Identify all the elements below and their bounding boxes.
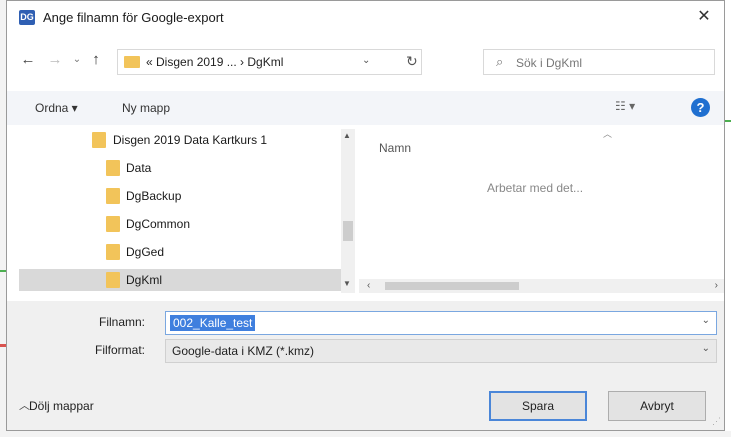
dialog-footer: ︿ Dölj mappar Spara Avbryt ⋰ bbox=[7, 371, 724, 430]
recent-locations-chevron-icon[interactable]: ⌄ bbox=[68, 49, 86, 71]
scrollbar-thumb[interactable] bbox=[385, 282, 519, 290]
address-dropdown-icon[interactable]: ⌄ bbox=[362, 55, 370, 66]
navigation-bar: ← → ⌄ ↑ « Disgen 2019 ... › DgKml ⌄ ↻ ⌕ … bbox=[7, 41, 724, 81]
tree-item-dgged[interactable]: DgGed bbox=[19, 241, 341, 263]
forward-arrow-icon[interactable]: → bbox=[46, 49, 64, 71]
tree-item-label: Disgen 2019 Data Kartkurs 1 bbox=[113, 133, 268, 147]
close-button[interactable]: ✕ bbox=[690, 5, 718, 29]
search-icon: ⌕ bbox=[496, 54, 504, 69]
tree-item-dgcommon[interactable]: DgCommon bbox=[19, 213, 341, 235]
chevron-down-icon[interactable]: ⌄ bbox=[702, 315, 710, 326]
filename-label: Filnamn: bbox=[99, 315, 146, 329]
scrollbar-thumb[interactable] bbox=[343, 221, 353, 241]
resize-grip-icon[interactable]: ⋰ bbox=[712, 416, 721, 427]
hide-folders-button[interactable]: Dölj mappar bbox=[29, 399, 94, 413]
background-bottom-edge bbox=[0, 431, 731, 437]
column-header-name[interactable]: Namn bbox=[379, 141, 411, 155]
filename-input[interactable]: 002_Kalle_test ⌄ bbox=[165, 311, 717, 335]
chevron-down-icon[interactable]: ⌄ bbox=[702, 343, 710, 354]
folder-icon bbox=[106, 216, 120, 232]
tree-item-label: Data bbox=[126, 161, 152, 175]
folder-icon bbox=[106, 272, 120, 288]
file-fields-panel: Filnamn: 002_Kalle_test ⌄ Filformat: Goo… bbox=[7, 301, 724, 371]
tree-item-dgkml[interactable]: DgKml bbox=[19, 269, 341, 291]
tree-item-disgen-2019-data-kartkurs-1[interactable]: Disgen 2019 Data Kartkurs 1 bbox=[19, 129, 341, 151]
filename-value[interactable]: 002_Kalle_test bbox=[170, 315, 256, 331]
format-label: Filformat: bbox=[95, 343, 146, 357]
loading-status-text: Arbetar med det... bbox=[487, 181, 584, 195]
new-folder-button[interactable]: Ny mapp bbox=[122, 101, 170, 115]
help-icon[interactable]: ? bbox=[691, 98, 710, 117]
app-icon: DG bbox=[19, 10, 35, 25]
organize-menu-button[interactable]: Ordna ▾ bbox=[35, 101, 78, 115]
folder-icon bbox=[106, 160, 120, 176]
tree-scrollbar[interactable]: ▲ ▼ bbox=[341, 129, 355, 293]
scroll-right-icon[interactable]: › bbox=[715, 280, 718, 291]
format-value: Google-data i KMZ (*.kmz) bbox=[172, 344, 315, 358]
folder-tree: Disgen 2019 Data Kartkurs 1 Data DgBacku… bbox=[19, 129, 355, 293]
background-accent-green-right bbox=[725, 120, 731, 122]
up-arrow-icon[interactable]: ↑ bbox=[87, 49, 105, 71]
tree-item-label: DgGed bbox=[126, 245, 165, 259]
address-path[interactable]: « Disgen 2019 ... › DgKml bbox=[146, 55, 283, 69]
address-bar[interactable]: « Disgen 2019 ... › DgKml ⌄ ↻ bbox=[117, 49, 422, 75]
back-arrow-icon[interactable]: ← bbox=[19, 49, 37, 71]
view-options-icon[interactable]: ☷ ▾ bbox=[615, 99, 635, 113]
scroll-up-icon[interactable]: ▲ bbox=[343, 131, 351, 140]
folder-icon bbox=[92, 132, 106, 148]
sort-ascending-icon: ︿ bbox=[603, 129, 613, 139]
folder-icon bbox=[106, 188, 120, 204]
refresh-icon[interactable]: ↻ bbox=[406, 53, 418, 70]
tree-item-label: DgBackup bbox=[126, 189, 182, 203]
search-placeholder: Sök i DgKml bbox=[516, 56, 583, 70]
tree-item-dgbackup[interactable]: DgBackup bbox=[19, 185, 341, 207]
file-list-horizontal-scrollbar[interactable]: ‹ › bbox=[359, 279, 724, 293]
tree-item-label: DgKml bbox=[126, 273, 163, 287]
title-bar: DG Ange filnamn för Google-export ✕ bbox=[7, 1, 724, 35]
scroll-left-icon[interactable]: ‹ bbox=[367, 280, 370, 291]
file-list-pane: ︿ Namn Arbetar med det... bbox=[359, 129, 724, 279]
scroll-down-icon[interactable]: ▼ bbox=[343, 279, 351, 288]
dialog-title: Ange filnamn för Google-export bbox=[43, 10, 224, 25]
folder-icon bbox=[106, 244, 120, 260]
folder-icon bbox=[124, 56, 140, 68]
tree-item-data[interactable]: Data bbox=[19, 157, 341, 179]
save-button[interactable]: Spara bbox=[489, 391, 587, 421]
save-dialog: DG Ange filnamn för Google-export ✕ ← → … bbox=[6, 0, 725, 431]
format-select[interactable]: Google-data i KMZ (*.kmz) ⌄ bbox=[165, 339, 717, 363]
cancel-button[interactable]: Avbryt bbox=[608, 391, 706, 421]
command-toolbar: Ordna ▾ Ny mapp ☷ ▾ ? bbox=[7, 91, 724, 125]
tree-item-label: DgCommon bbox=[126, 217, 191, 231]
search-input[interactable]: ⌕ Sök i DgKml bbox=[483, 49, 715, 75]
